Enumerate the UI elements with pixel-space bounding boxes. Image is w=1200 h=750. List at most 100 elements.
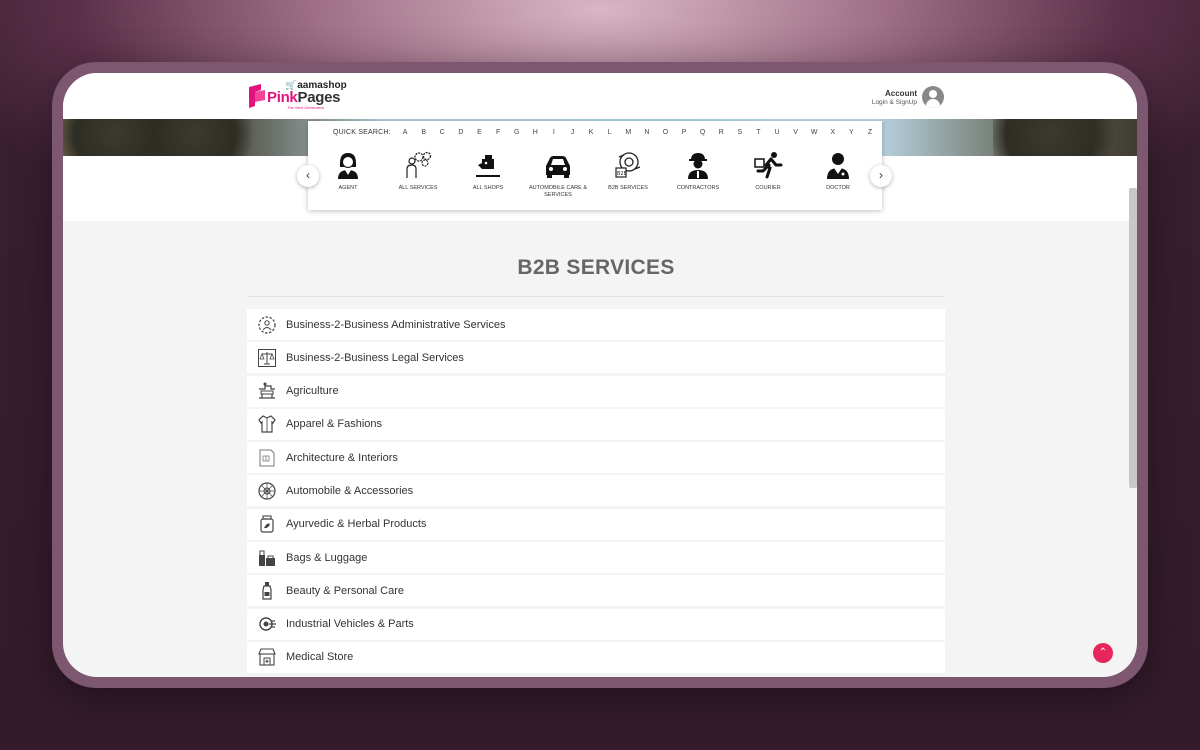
list-item-label: Business-2-Business Legal Services [286, 351, 464, 364]
logo-main-text: PinkPages [267, 89, 341, 106]
account-subtitle: Login & SignUp [871, 99, 917, 106]
quick-search-row: QUICK SEARCH: ABCDEFGHIJKLMNOPQRSTUVWXYZ [333, 129, 879, 136]
category-agent[interactable]: AGENT [313, 151, 383, 192]
list-item[interactable]: Business-2-Business Legal Services [247, 342, 945, 374]
quick-search-letter[interactable]: L [600, 129, 619, 136]
quick-search-letter[interactable]: W [805, 129, 824, 136]
list-item[interactable]: Architecture & Interiors [247, 442, 945, 474]
list-item[interactable]: Bags & Luggage [247, 542, 945, 574]
category-b2b[interactable]: B2B B2B SERVICES [593, 151, 663, 192]
category-automobile[interactable]: AUTOMOBILE CARE & SERVICES [523, 151, 593, 199]
doctor-icon [827, 153, 849, 179]
account-title: Account [885, 89, 917, 98]
list-item[interactable]: Ayurvedic & Herbal Products [247, 508, 945, 540]
agent-icon [338, 153, 358, 179]
list-item[interactable]: Medical Store [247, 641, 945, 673]
quick-search-letter[interactable]: K [582, 129, 601, 136]
luggage-icon [259, 550, 275, 566]
list-item-label: Agriculture [286, 385, 339, 398]
quick-search-letter[interactable]: S [731, 129, 750, 136]
category-label: CONTRACTORS [676, 185, 720, 191]
services-icon [406, 151, 432, 178]
list-item[interactable]: Apparel & Fashions [247, 408, 945, 440]
quick-search-letter[interactable]: R [712, 129, 731, 136]
agriculture-icon [259, 382, 275, 399]
category-label: AUTOMOBILE CARE & SERVICES [529, 185, 587, 198]
category-label: ALL SHOPS [472, 185, 504, 191]
svg-text:B2B: B2B [617, 171, 628, 177]
account-link[interactable]: Account Login & SignUp [872, 89, 917, 106]
wheel-icon [258, 482, 276, 500]
device-frame: 🛒aamashop PinkPages The Next Generation … [52, 62, 1148, 688]
logo-tagline: The Next Generation [287, 105, 325, 110]
category-courier[interactable]: COURIER [733, 151, 803, 192]
quick-search-letter[interactable]: E [470, 129, 489, 136]
courier-icon [754, 152, 783, 179]
category-contractors[interactable]: CONTRACTORS [663, 151, 733, 192]
blueprint-icon [259, 449, 275, 467]
list-item-label: Beauty & Personal Care [286, 584, 405, 597]
gear-person-icon [258, 315, 276, 334]
user-avatar-icon[interactable] [922, 86, 944, 108]
category-all-services[interactable]: ALL SERVICES [383, 151, 453, 192]
quick-search-letter[interactable]: O [656, 129, 675, 136]
quick-search-letter[interactable]: U [768, 129, 787, 136]
car-icon [546, 156, 570, 178]
store-icon [258, 648, 276, 667]
quick-search-letter[interactable]: T [749, 129, 768, 136]
list-item-label: Business-2-Business Administrative Servi… [286, 318, 506, 331]
quick-search-letter[interactable]: H [526, 129, 545, 136]
shop-icon [476, 155, 500, 177]
site-logo[interactable]: 🛒aamashop PinkPages The Next Generation [247, 80, 347, 113]
shirt-icon [258, 415, 276, 433]
list-item-label: Bags & Luggage [286, 551, 368, 564]
service-list: Business-2-Business Administrative Servi… [247, 309, 945, 675]
list-item[interactable]: Business-2-Business Administrative Servi… [247, 309, 945, 340]
industrial-icon [259, 617, 276, 631]
list-item-label: Industrial Vehicles & Parts [286, 618, 414, 631]
quick-search-panel: QUICK SEARCH: ABCDEFGHIJKLMNOPQRSTUVWXYZ… [308, 121, 882, 210]
quick-search-label: QUICK SEARCH: [333, 129, 391, 136]
quick-search-letter[interactable]: F [489, 129, 508, 136]
page-scrollbar[interactable] [1129, 188, 1137, 488]
page-title: B2B SERVICES [517, 256, 675, 279]
scroll-to-top-button[interactable]: ⌃ [1093, 643, 1113, 663]
quick-search-letter[interactable]: X [824, 129, 843, 136]
title-divider [247, 296, 945, 297]
quick-search-letter[interactable]: Z [861, 129, 880, 136]
category-all-shops[interactable]: ALL SHOPS [453, 151, 523, 192]
quick-search-letter[interactable]: M [619, 129, 638, 136]
category-label: DOCTOR [826, 185, 850, 191]
quick-search-letter[interactable]: C [433, 129, 452, 136]
quick-search-letter[interactable]: B [414, 129, 433, 136]
list-item-label: Automobile & Accessories [286, 484, 414, 497]
list-item[interactable]: Automobile & Accessories [247, 475, 945, 507]
quick-search-letter[interactable]: J [563, 129, 582, 136]
carousel-next-button[interactable]: › [870, 165, 892, 187]
quick-search-letter[interactable]: V [786, 129, 805, 136]
category-label: B2B SERVICES [608, 185, 648, 191]
quick-search-letter[interactable]: Y [842, 129, 861, 136]
list-item-label: Medical Store [286, 651, 354, 664]
browser-screen: 🛒aamashop PinkPages The Next Generation … [63, 73, 1137, 677]
quick-search-letter[interactable]: A [396, 129, 415, 136]
quick-search-letter[interactable]: N [638, 129, 657, 136]
category-label: COURIER [755, 185, 781, 191]
list-item[interactable]: Beauty & Personal Care [247, 575, 945, 607]
carousel-prev-button[interactable]: ‹ [297, 165, 319, 187]
quick-search-letter[interactable]: D [452, 129, 471, 136]
quick-search-letter[interactable]: I [545, 129, 564, 136]
b2b-icon: B2B [615, 152, 641, 178]
logo-mark-icon [249, 84, 265, 108]
quick-search-letter[interactable]: P [675, 129, 694, 136]
legal-scale-icon [258, 348, 276, 367]
list-item[interactable]: Industrial Vehicles & Parts [247, 608, 945, 640]
site-header: 🛒aamashop PinkPages The Next Generation … [63, 73, 1137, 119]
list-item[interactable]: Agriculture [247, 375, 945, 407]
herbal-jar-icon [260, 515, 274, 533]
quick-search-letter[interactable]: G [507, 129, 526, 136]
category-doctor[interactable]: DOCTOR [803, 151, 873, 192]
category-label: AGENT [338, 185, 358, 191]
quick-search-letter[interactable]: Q [693, 129, 712, 136]
category-label: ALL SERVICES [398, 185, 438, 191]
